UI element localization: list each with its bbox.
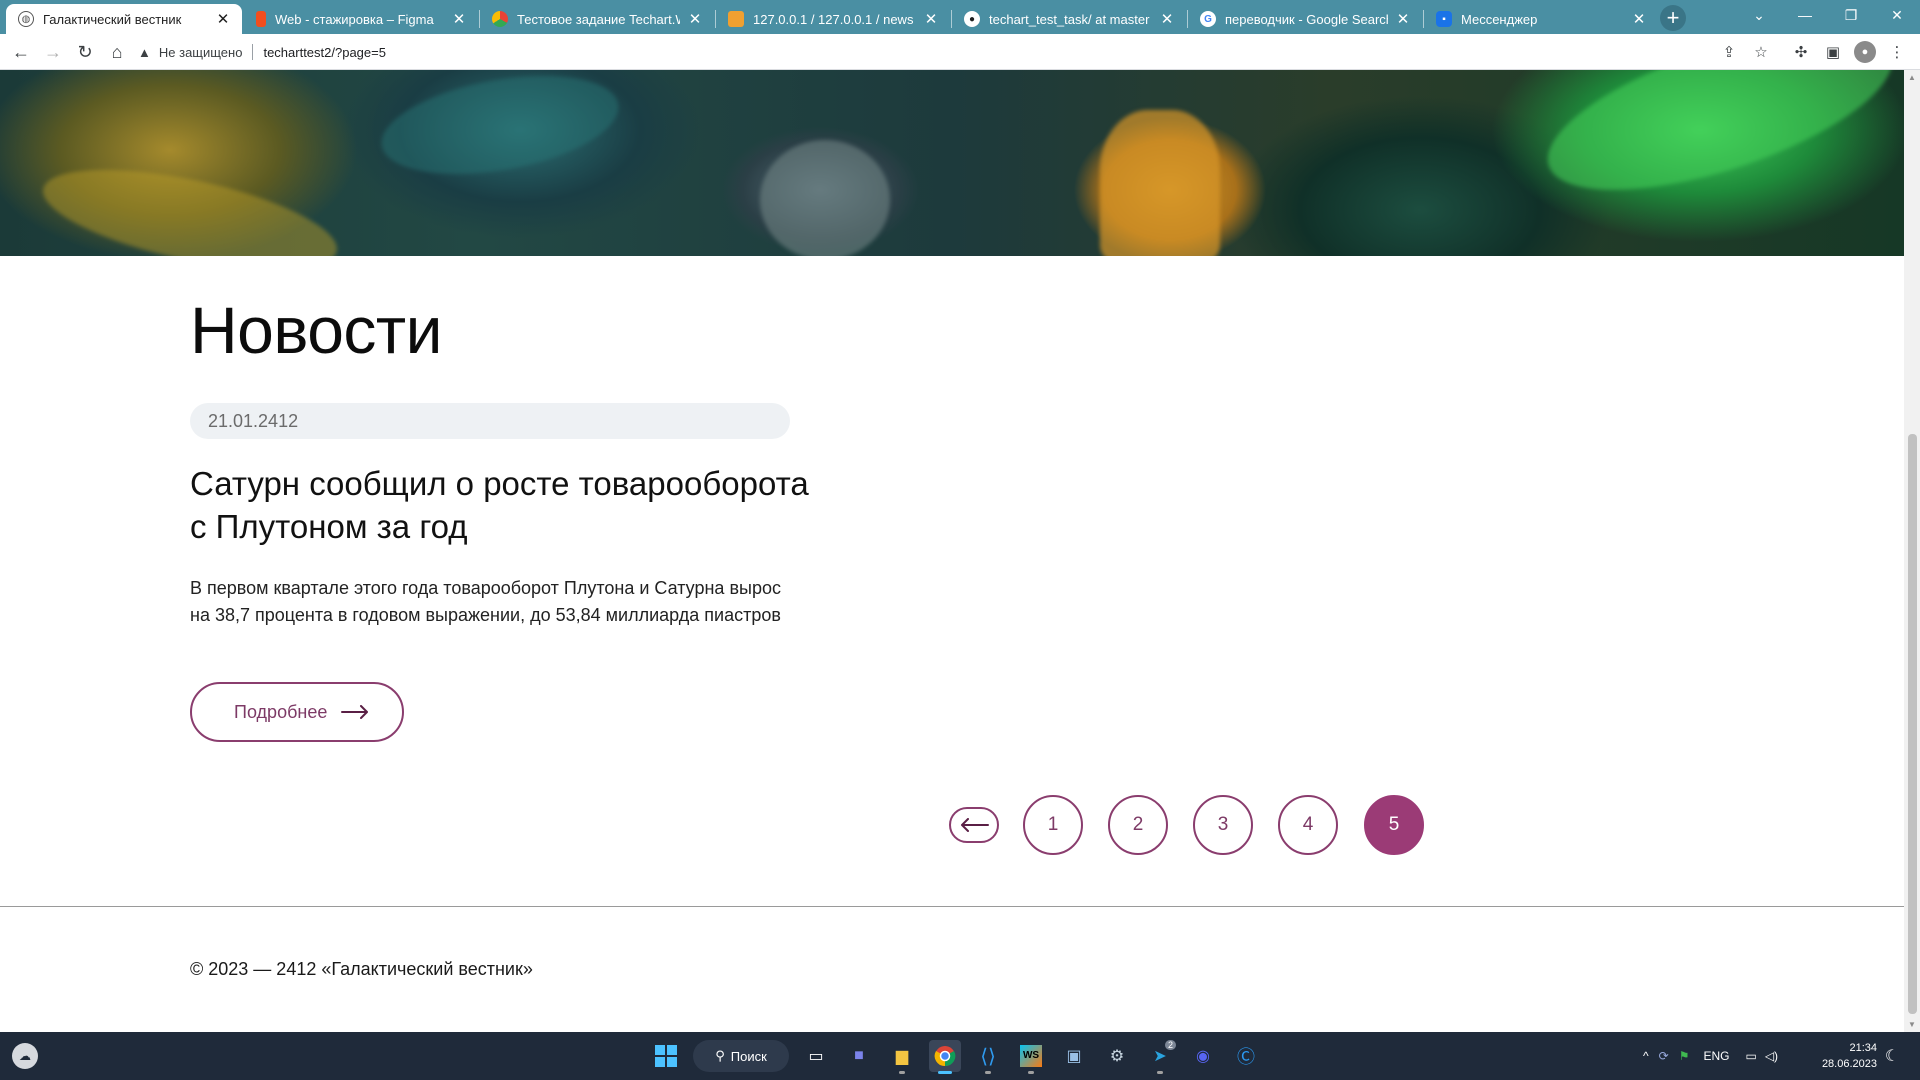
scrollbar-thumb[interactable]	[1908, 434, 1917, 1014]
close-tab-icon[interactable]: ✕	[450, 10, 468, 28]
system-tray: ^ ⟳ ⚑ ENG ▭ ◁)	[1643, 1032, 1786, 1080]
chrome-icon[interactable]	[929, 1040, 961, 1074]
app-c-icon[interactable]: Ⓒ	[1230, 1040, 1262, 1072]
extensions-icon[interactable]: ✣	[1790, 41, 1812, 63]
file-explorer-icon[interactable]: ▆	[886, 1040, 918, 1074]
taskbar-clock[interactable]: 21:34 28.06.2023	[1805, 1040, 1877, 1072]
search-icon: ⚲	[715, 1048, 725, 1063]
browser-toolbar: ← → ↻ ⌂ ▲ Не защищено techarttest2/?page…	[0, 34, 1920, 70]
taskbar-search-button[interactable]: ⚲ Поиск	[693, 1040, 789, 1072]
tab-search-icon[interactable]: ⌄	[1736, 0, 1782, 30]
pagination-page-3[interactable]: 3	[1193, 795, 1253, 855]
restore-button[interactable]: ❐	[1828, 0, 1874, 30]
close-tab-icon[interactable]: ✕	[922, 10, 940, 28]
vscode-icon[interactable]: ⟨⟩	[972, 1040, 1004, 1074]
tab-google-search[interactable]: G переводчик - Google Search ✕	[1188, 4, 1422, 34]
side-panel-icon[interactable]: ▣	[1822, 41, 1844, 63]
close-tab-icon[interactable]: ✕	[1158, 10, 1176, 28]
google-icon: G	[1200, 11, 1216, 27]
task-view-icon[interactable]: ▭	[800, 1040, 832, 1072]
profile-avatar-icon[interactable]: ●	[1854, 41, 1876, 63]
home-icon[interactable]: ⌂	[104, 39, 130, 65]
telegram-icon[interactable]: ➤ 2	[1144, 1040, 1176, 1074]
taskbar-search-label: Поиск	[730, 1048, 767, 1064]
clock-time: 21:34	[1849, 1042, 1877, 1054]
scroll-up-icon[interactable]: ▲	[1908, 73, 1916, 82]
tab-phpmyadmin[interactable]: 127.0.0.1 / 127.0.0.1 / news / ne ✕	[716, 4, 950, 34]
pagination-page-2[interactable]: 2	[1108, 795, 1168, 855]
pagination-page-1[interactable]: 1	[1023, 795, 1083, 855]
pagination-page-4[interactable]: 4	[1278, 795, 1338, 855]
pagination-page-5-current[interactable]: 5	[1364, 795, 1424, 855]
globe-icon: ◍	[18, 11, 34, 27]
news-title[interactable]: Сатурн сообщил о росте товарооборота с П…	[190, 462, 810, 548]
warning-icon[interactable]: ▲	[138, 45, 151, 60]
volume-icon[interactable]: ◁)	[1765, 1049, 1778, 1063]
close-tab-icon[interactable]: ✕	[1394, 10, 1412, 28]
arrow-left-icon	[961, 818, 989, 832]
close-tab-icon[interactable]: ✕	[1630, 10, 1648, 28]
close-tab-icon[interactable]: ✕	[214, 10, 232, 28]
new-tab-button[interactable]: +	[1660, 5, 1686, 31]
read-more-label: Подробнее	[234, 701, 328, 722]
page-title: Новости	[190, 293, 443, 367]
tab-figma[interactable]: Web - стажировка – Figma ✕	[244, 4, 478, 34]
page-scrollbar[interactable]: ▲ ▼	[1904, 70, 1920, 1032]
app-window-icon[interactable]: ▣	[1058, 1040, 1090, 1072]
tab-test-task-doc[interactable]: Тестовое задание Techart.Web ✕	[480, 4, 714, 34]
telegram-badge: 2	[1164, 1040, 1176, 1050]
notifications-icon[interactable]: ☾	[1880, 1040, 1904, 1072]
back-arrow-icon[interactable]: ←	[8, 39, 34, 65]
close-tab-icon[interactable]: ✕	[686, 10, 704, 28]
page-viewport: Новости 21.01.2412 Сатурн сообщил о рост…	[0, 70, 1904, 1032]
tab-github[interactable]: ● techart_test_task/ at master · th ✕	[952, 4, 1186, 34]
sync-icon[interactable]: ⟳	[1659, 1049, 1669, 1063]
close-window-button[interactable]: ✕	[1874, 0, 1920, 30]
browser-tab-strip: ◍ Галактический вестник ✕ Web - стажиров…	[0, 0, 1920, 34]
reload-icon[interactable]: ↻	[72, 39, 98, 65]
security-label[interactable]: Не защищено	[159, 45, 243, 60]
url-text[interactable]: techarttest2/?page=5	[263, 45, 386, 60]
github-icon: ●	[964, 11, 980, 27]
tab-messenger[interactable]: ▪ Мессенджер ✕	[1424, 4, 1658, 34]
network-icon[interactable]: ▭	[1745, 1049, 1756, 1063]
minimize-button[interactable]: —	[1782, 0, 1828, 30]
menu-kebab-icon[interactable]: ⋮	[1886, 41, 1908, 63]
weather-widget-icon[interactable]: ☁	[12, 1043, 38, 1069]
clock-date: 28.06.2023	[1821, 1058, 1877, 1070]
scroll-down-icon[interactable]: ▼	[1908, 1020, 1916, 1029]
tab-galactic-herald[interactable]: ◍ Галактический вестник ✕	[6, 4, 242, 34]
share-icon[interactable]: ⇪	[1718, 41, 1740, 63]
messenger-icon: ▪	[1436, 11, 1452, 27]
arrow-right-icon	[341, 705, 369, 719]
windows-start-icon[interactable]	[650, 1040, 682, 1072]
tray-overflow-chevron-icon[interactable]: ^	[1643, 1049, 1649, 1063]
footer-divider	[0, 906, 1904, 907]
teams-chat-icon[interactable]: ■	[843, 1040, 875, 1072]
phpmyadmin-icon	[728, 11, 744, 27]
discord-icon[interactable]: ◉	[1187, 1040, 1219, 1072]
read-more-button[interactable]: Подробнее	[190, 682, 404, 742]
news-date-badge: 21.01.2412	[190, 403, 790, 439]
bookmark-star-icon[interactable]: ☆	[1750, 41, 1772, 63]
language-indicator[interactable]: ENG	[1703, 1049, 1729, 1063]
steam-icon[interactable]: ⚙	[1101, 1040, 1133, 1072]
flag-icon[interactable]: ⚑	[1679, 1049, 1690, 1063]
hero-banner-image	[0, 70, 1904, 256]
forward-arrow-icon[interactable]: →	[40, 39, 66, 65]
figma-icon	[256, 11, 266, 27]
windows-taskbar: ☁ ⚲ Поиск ▭ ■ ▆ ⟨⟩ WS ▣ ⚙ ➤ 2 ◉ Ⓒ ^ ⟳ ⚑ …	[0, 1032, 1920, 1080]
pagination-prev-button[interactable]	[949, 807, 999, 843]
news-date: 21.01.2412	[208, 410, 299, 431]
docs-icon	[492, 11, 508, 27]
address-bar[interactable]: ▲ Не защищено techarttest2/?page=5	[138, 39, 1768, 65]
footer-copyright: © 2023 — 2412 «Галактический вестник»	[190, 959, 533, 979]
webstorm-icon[interactable]: WS	[1015, 1040, 1047, 1074]
news-lead: В первом квартале этого года товарооборо…	[190, 578, 781, 625]
